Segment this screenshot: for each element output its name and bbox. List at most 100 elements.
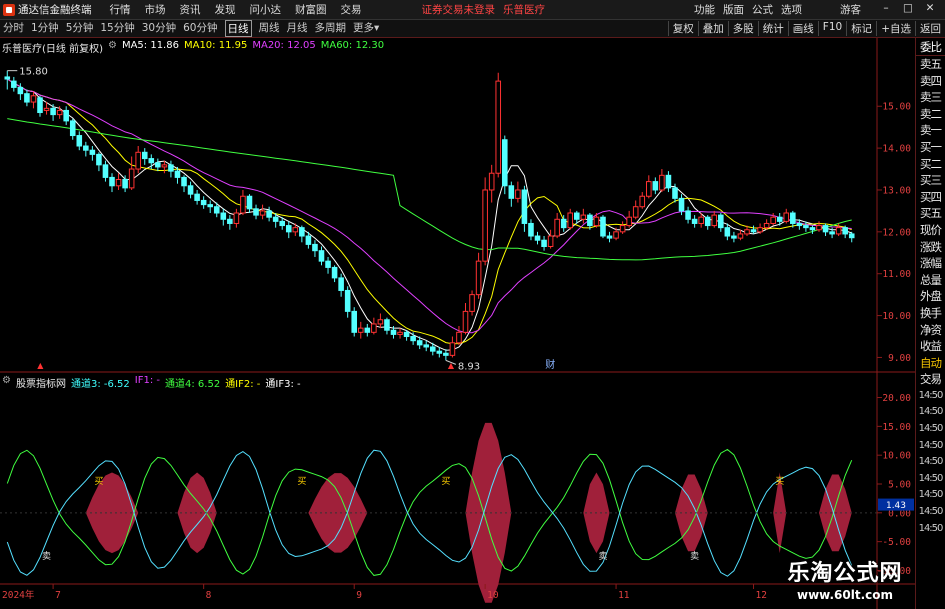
candle-body: [292, 227, 299, 233]
candle-body: [776, 216, 783, 222]
buy-signal-mark: 买: [297, 476, 306, 487]
indicator-title[interactable]: 股票指标网: [16, 375, 66, 390]
candle-body: [148, 158, 155, 164]
menu-ask[interactable]: 问小达: [250, 2, 282, 17]
candle: [168, 160, 174, 178]
date-tick-label: 2024年: [2, 589, 35, 601]
tool-back[interactable]: 返回: [915, 21, 945, 36]
candle-body: [397, 331, 403, 335]
candle-body: [718, 214, 724, 229]
menu-trade[interactable]: 交易: [341, 2, 362, 17]
candle: [181, 175, 187, 193]
if1-label: IF1: -: [134, 375, 160, 386]
tab-weekly[interactable]: 周线: [259, 20, 280, 37]
stock-title[interactable]: 乐普医疗(日线 前复权): [2, 40, 103, 55]
candle-body: [482, 189, 488, 262]
candle-body: [508, 185, 515, 199]
auto-label: 自动: [920, 355, 942, 370]
app-logo-icon: [3, 3, 15, 16]
candle-body: [678, 197, 685, 212]
window-controls: – □ ✕: [875, 2, 941, 17]
tab-1min[interactable]: 1分钟: [31, 20, 59, 37]
candle-body: [56, 109, 63, 116]
candle: [528, 219, 534, 241]
candle: [240, 189, 246, 216]
tab-multi-period[interactable]: 多周期: [315, 20, 347, 37]
maximize-button[interactable]: □: [897, 2, 919, 17]
tab-daily[interactable]: 日线: [224, 20, 252, 37]
settings-icon[interactable]: ⚙: [2, 375, 11, 390]
candle-body: [456, 331, 462, 344]
tool-stats[interactable]: 统计: [757, 21, 788, 36]
tool-f10[interactable]: F10: [817, 21, 846, 36]
candle-body: [357, 327, 364, 333]
candle-body: [122, 179, 128, 189]
candle: [115, 173, 122, 190]
tool-overlay[interactable]: 叠加: [697, 21, 728, 36]
tool-adjust[interactable]: 复权: [667, 21, 698, 36]
menu-formula[interactable]: 公式: [752, 2, 773, 17]
tab-monthly[interactable]: 月线: [287, 20, 308, 37]
candle-body: [351, 310, 358, 333]
close-button[interactable]: ✕: [919, 2, 941, 17]
candle: [724, 223, 731, 241]
kline-chart[interactable]: 15.00 14.00 13.00 12.00 11.00 10.00 9.00 20.00 1…: [0, 38, 915, 609]
candle-body: [704, 216, 711, 227]
date-tick-label: 8: [206, 590, 212, 601]
candle-body: [181, 176, 187, 187]
menu-function[interactable]: 功能: [694, 2, 715, 17]
minimize-button[interactable]: –: [875, 2, 897, 17]
login-status[interactable]: 证券交易未登录: [422, 2, 496, 17]
candle-body: [567, 212, 574, 229]
chevron-down-icon: ▾: [374, 22, 380, 34]
candle-body: [325, 260, 331, 268]
menu-discover[interactable]: 发现: [215, 2, 236, 17]
candle-body: [17, 86, 24, 95]
quote-field-4: 卖一: [920, 123, 942, 138]
candle: [541, 236, 547, 251]
indicator-tick-label: 5.00: [888, 480, 911, 491]
tab-15min[interactable]: 15分钟: [100, 20, 134, 37]
quote-field-11: 涨跌: [920, 239, 942, 254]
candle: [253, 204, 259, 220]
tool-mark[interactable]: 标记: [846, 21, 876, 36]
tab-5min[interactable]: 5分钟: [66, 20, 94, 37]
tool-draw[interactable]: 画线: [787, 21, 818, 36]
candle-body: [573, 212, 580, 220]
quote-field-13: 总量: [920, 272, 942, 287]
candle-body: [24, 93, 30, 103]
candle-body: [76, 135, 83, 147]
ma60-line: [7, 118, 852, 261]
settings-icon[interactable]: ⚙: [108, 40, 117, 55]
ma60-label: MA60: 12.30: [320, 40, 385, 51]
candle: [704, 215, 711, 230]
low-price-label: 8.93: [458, 361, 480, 372]
candle: [691, 215, 698, 228]
price-tick-label: 15.00: [882, 102, 911, 113]
candle-body: [174, 170, 181, 178]
candle-body: [665, 174, 672, 189]
quote-side-panel: 委比 卖五 卖四 卖三 卖二 卖一 买一 买二 买三 买四 买五 现价 涨跌 涨幅 总量 外盘 换手 净资 收益自…: [915, 38, 945, 609]
user-label[interactable]: 游客: [840, 2, 861, 17]
menu-news[interactable]: 资讯: [180, 2, 201, 17]
candle-body: [63, 109, 69, 122]
tick-time-7: 14:50: [918, 506, 944, 518]
tab-30min[interactable]: 30分钟: [142, 20, 176, 37]
menu-wealth[interactable]: 财富圈: [295, 2, 327, 17]
menu-options[interactable]: 选项: [781, 2, 802, 17]
tool-multi-stock[interactable]: 多股: [727, 21, 758, 36]
buy-signal-mark: 买: [441, 476, 450, 487]
tab-more[interactable]: 更多▾: [353, 20, 379, 37]
tab-60min[interactable]: 60分钟: [183, 20, 217, 37]
indicator-tick-label: 10.00: [882, 451, 911, 462]
candle-body: [659, 174, 665, 191]
candle-body: [639, 195, 646, 208]
menu-market[interactable]: 市场: [145, 2, 166, 17]
tab-intraday[interactable]: 分时: [3, 20, 24, 37]
site-watermark: 乐淘公式网 www.60lt.com: [770, 555, 920, 609]
menu-quotes[interactable]: 行情: [110, 2, 131, 17]
candle: [135, 146, 141, 174]
menu-layout[interactable]: 版面: [723, 2, 744, 17]
candle: [488, 164, 495, 203]
tool-add-watchlist[interactable]: +自选: [876, 21, 915, 36]
